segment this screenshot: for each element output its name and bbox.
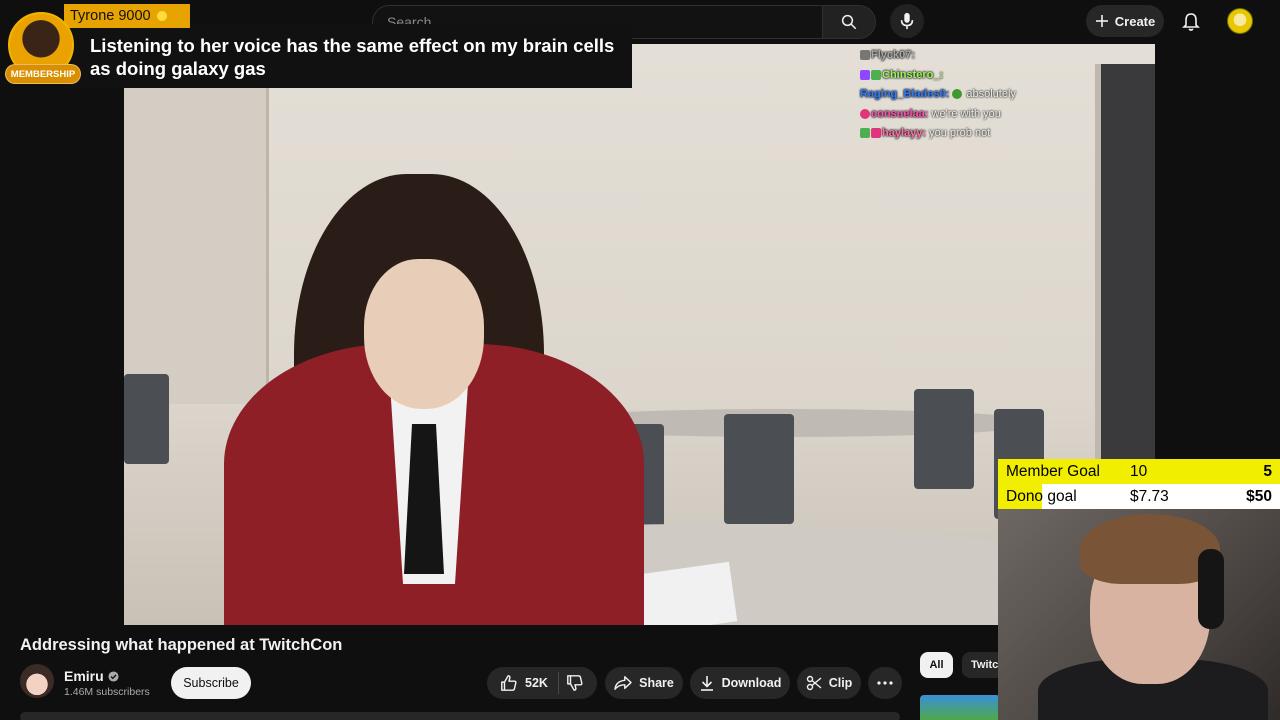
dono-goal-target: $50 bbox=[1246, 487, 1272, 505]
dono-goal-current: $7.73 bbox=[1130, 487, 1169, 505]
video-frame-face bbox=[364, 259, 484, 409]
share-icon bbox=[614, 676, 632, 690]
subscriber-count: 1.46M subscribers bbox=[64, 686, 150, 698]
membership-badge-icon bbox=[156, 11, 167, 21]
dono-goal-row: Dono goal $7.73 $50 bbox=[998, 484, 1280, 509]
download-icon bbox=[700, 676, 713, 691]
chat-line: Raging_Blades0: absolutely bbox=[860, 85, 1120, 105]
member-goal-target: 5 bbox=[1263, 462, 1272, 480]
membership-name-box: Tyrone 9000 bbox=[64, 4, 190, 28]
description-box[interactable] bbox=[20, 712, 900, 720]
search-button[interactable] bbox=[822, 5, 876, 39]
member-goal-label: Member Goal bbox=[1006, 462, 1100, 480]
like-dislike-group: 52K bbox=[487, 667, 597, 699]
chat-line: Flyck07: bbox=[860, 46, 1120, 66]
membership-tag: MEMBERSHIP bbox=[5, 64, 81, 84]
notifications-button[interactable] bbox=[1178, 9, 1204, 35]
webcam-headphone bbox=[1198, 549, 1224, 629]
plus-icon bbox=[1095, 15, 1108, 27]
chat-message: we're with you bbox=[931, 107, 1001, 120]
chat-name: Raging_Blades0: bbox=[860, 88, 950, 100]
video-frame-chair bbox=[724, 414, 794, 524]
verified-icon bbox=[108, 670, 119, 682]
channel-name-row[interactable]: Emiru bbox=[64, 668, 119, 684]
membership-alert: Listening to her voice has the same effe… bbox=[64, 24, 632, 88]
recommended-video-thumbnail[interactable] bbox=[920, 695, 1000, 720]
account-avatar[interactable] bbox=[1227, 8, 1253, 34]
membership-message: Listening to her voice has the same effe… bbox=[90, 35, 615, 79]
video-frame-chair bbox=[914, 389, 974, 489]
channel-name[interactable]: Emiru bbox=[64, 668, 104, 684]
create-label: Create bbox=[1114, 13, 1156, 29]
create-button[interactable]: Create bbox=[1086, 5, 1164, 37]
download-button[interactable]: Download bbox=[690, 667, 790, 699]
chat-line: haylayy: you prob not bbox=[860, 124, 1120, 144]
thumbs-down-icon bbox=[567, 675, 583, 691]
more-horizontal-icon bbox=[877, 681, 893, 685]
chip-twitch[interactable]: Twitch bbox=[962, 652, 1002, 678]
chat-name: Flyck07: bbox=[871, 49, 916, 61]
video-frame-chair bbox=[124, 374, 169, 464]
search-icon bbox=[841, 14, 857, 30]
chat-line: Chinstero_: bbox=[860, 66, 1120, 86]
chat-line: consuelaa: we're with you bbox=[860, 105, 1120, 125]
chat-message: absolutely bbox=[966, 88, 1016, 100]
like-button[interactable]: 52K bbox=[500, 672, 559, 694]
clip-button[interactable]: Clip bbox=[797, 667, 861, 699]
goal-overlay: Member Goal 10 5 Dono goal $7.73 $50 bbox=[998, 459, 1280, 509]
scissors-icon bbox=[806, 675, 822, 691]
dono-goal-label: Dono goal bbox=[1006, 487, 1077, 505]
dislike-button[interactable] bbox=[566, 674, 584, 692]
voice-search-button[interactable] bbox=[890, 4, 924, 38]
membership-name: Tyrone 9000 bbox=[70, 8, 151, 24]
chat-name: haylayy: bbox=[882, 127, 927, 139]
share-button[interactable]: Share bbox=[605, 667, 683, 699]
microphone-icon bbox=[900, 12, 914, 30]
chat-name: Chinstero_: bbox=[882, 68, 944, 81]
chat-message: you prob not bbox=[929, 127, 991, 139]
video-frame-wall-panel bbox=[124, 44, 269, 404]
clip-label: Clip bbox=[828, 676, 853, 690]
member-goal-row: Member Goal 10 5 bbox=[998, 459, 1280, 484]
subscribe-button[interactable]: Subscribe bbox=[171, 667, 251, 699]
chip-all[interactable]: All bbox=[920, 652, 953, 678]
channel-avatar[interactable] bbox=[20, 664, 54, 698]
stream-chat-overlay: Flyck07: Chinstero_: Raging_Blades0: abs… bbox=[860, 46, 1120, 144]
thumbs-up-icon bbox=[501, 675, 517, 691]
more-actions-button[interactable] bbox=[868, 667, 902, 699]
bell-icon bbox=[1182, 13, 1200, 31]
member-goal-current: 10 bbox=[1130, 462, 1148, 480]
download-label: Download bbox=[721, 676, 782, 690]
like-count: 52K bbox=[525, 676, 548, 690]
streamer-webcam bbox=[998, 509, 1280, 720]
chat-name: consuelaa: bbox=[871, 107, 929, 120]
video-title: Addressing what happened at TwitchCon bbox=[20, 636, 343, 654]
share-label: Share bbox=[639, 676, 674, 690]
